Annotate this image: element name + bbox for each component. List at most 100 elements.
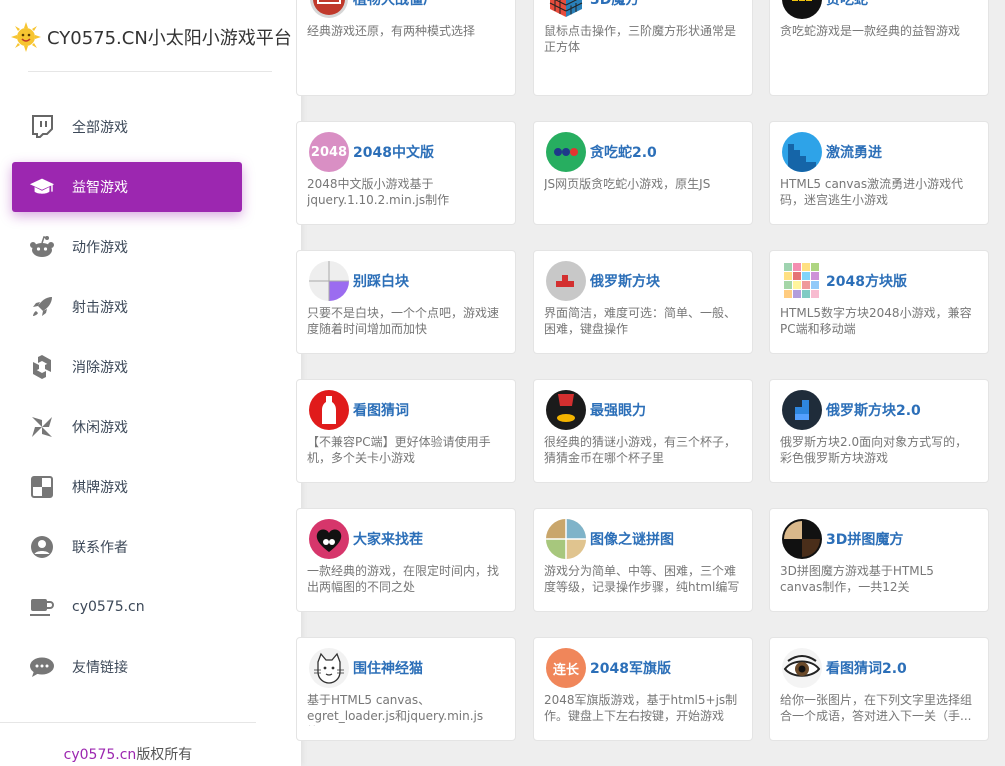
popcap-logo-icon [309,0,349,19]
game-card[interactable]: 连长 2048军旗版 2048军旗版游戏，基于html5+js制作。键盘上下左右… [533,637,753,741]
game-title: 植物大战僵尸 [353,0,437,8]
game-description: 给你一张图片，在下列文字里选择组合一个成语，答对进入下一关（手... [780,693,973,723]
rubiks-cube-icon [546,0,586,19]
game-card[interactable]: 贪吃蛇2.0 JS网页版贪吃蛇小游戏，原生JS [533,121,753,225]
brand[interactable]: CY0575.CN小太阳小游戏平台 [11,20,292,54]
game-title: 贪吃蛇 [826,0,868,8]
2048-icon: 2048 [309,132,349,172]
user-circle-icon [29,534,55,560]
snake-icon [782,0,822,19]
nav-label: 棋牌游戏 [72,480,128,496]
nav-item-board-games[interactable]: 棋牌游戏 [12,462,242,512]
game-description: HTML5 canvas激流勇进小游戏代码，迷宫逃生小游戏 [780,177,964,207]
cat-icon [309,648,349,688]
nav-item-contact-author[interactable]: 联系作者 [12,522,242,572]
game-title: 别踩白块 [353,274,409,290]
game-card[interactable]: 贪吃蛇 贪吃蛇游戏是一款经典的益智游戏 [769,0,989,96]
graduation-cap-icon [29,174,55,200]
game-description: 一款经典的游戏，在限定时间内，找出两幅图的不同之处 [307,564,500,594]
nav-label: cy0575.cn [72,599,145,615]
game-card[interactable]: 大家来找茬 一款经典的游戏，在限定时间内，找出两幅图的不同之处 [296,508,516,612]
game-card[interactable]: 俄罗斯方块 界面简洁，难度可选：简单、一般、困难，键盘操作 [533,250,753,354]
game-card[interactable]: 3D拼图魔方 3D拼图魔方游戏基于HTML5 canvas制作，一共12关 [769,508,989,612]
game-card[interactable]: 看图猜词2.0 给你一张图片，在下列文字里选择组合一个成语，答对进入下一关（手.… [769,637,989,741]
coffee-cup-icon [29,594,55,620]
bottle-icon [309,390,349,430]
game-description: 只要不是白块，一个个点吧，游戏速度随着时间增加而加快 [307,306,500,336]
game-title: 大家来找茬 [353,532,423,548]
tetris-icon [546,261,586,301]
checker-board-icon [29,474,55,500]
nav-label: 动作游戏 [72,240,128,256]
game-description: 鼠标点击操作，三阶魔方形状通常是正方体 [544,24,737,54]
divider [0,722,256,723]
nav-label: 休闲游戏 [72,420,128,436]
game-description: 很经典的猜谜小游戏，有三个杯子，猜猜金币在哪个杯子里 [544,435,737,465]
nav-label: 友情链接 [72,660,128,676]
game-title: 最强眼力 [590,403,646,419]
nav-item-shooting-games[interactable]: 射击游戏 [12,282,242,332]
nav-label: 全部游戏 [72,120,128,136]
nav-item-all-games[interactable]: 全部游戏 [12,102,242,152]
copyright-text: 版权所有 [136,747,193,763]
game-card[interactable]: 别踩白块 只要不是白块，一个个点吧，游戏速度随着时间增加而加快 [296,250,516,354]
game-description: 基于HTML5 canvas、egret_loader.js和jquery.mi… [307,693,484,726]
nav-item-action-games[interactable]: 动作游戏 [12,222,242,272]
game-description: 2048中文版小游戏基于jquery.1.10.2.min.js制作 [307,177,450,207]
sun-logo-icon [11,22,41,52]
game-title: 2048军旗版 [590,661,671,677]
game-description: 【不兼容PC端】更好体验请使用手机，多个关卡小游戏 [307,435,491,465]
game-card[interactable]: 2048方块版 HTML5数字方块2048小游戏，兼容PC端和移动端 [769,250,989,354]
badge-text-icon: 连长 [546,648,586,688]
game-title: 激流勇进 [826,145,882,161]
game-description: 俄罗斯方块2.0面向对象方式写的，彩色俄罗斯方块游戏 [780,435,968,465]
nav-item-friend-links[interactable]: 友情链接 [12,642,242,692]
game-title: 3D魔方 [590,0,640,8]
hexagon-logo-icon [29,354,55,380]
site-title: CY0575.CN小太阳小游戏平台 [47,28,292,49]
nav-item-casual-games[interactable]: 休闲游戏 [12,402,242,452]
game-card[interactable]: 3D魔方 鼠标点击操作，三阶魔方形状通常是正方体 [533,0,753,96]
game-description: 界面简洁，难度可选：简单、一般、困难，键盘操作 [544,306,737,336]
game-description: HTML5数字方块2048小游戏，兼容PC端和移动端 [780,306,972,336]
nav-label: 消除游戏 [72,360,128,376]
game-card[interactable]: 图像之谜拼图 游戏分为简单、中等、困难，三个难度等级，记录操作步骤，纯html编… [533,508,753,612]
chat-bubble-icon [29,654,55,680]
game-title: 2048中文版 [353,145,434,161]
game-title: 3D拼图魔方 [826,532,904,548]
heart-cherry-icon [309,519,349,559]
sidebar: CY0575.CN小太阳小游戏平台 全部游戏 益智游戏 动作游戏 射击游戏 消除… [0,0,301,766]
game-card[interactable]: 俄罗斯方块2.0 俄罗斯方块2.0面向对象方式写的，彩色俄罗斯方块游戏 [769,379,989,483]
nav-item-website[interactable]: cy0575.cn [12,582,242,632]
game-card[interactable]: 植物大战僵尸 经典游戏还原，有两种模式选择 [296,0,516,96]
game-description: JS网页版贪吃蛇小游戏，原生JS [544,177,711,191]
stairs-icon [782,132,822,172]
nav-label: 射击游戏 [72,300,128,316]
nav-item-match-games[interactable]: 消除游戏 [12,342,242,392]
game-title: 2048方块版 [826,274,907,290]
puzzle-photo-icon [546,519,586,559]
reddit-icon [29,234,55,260]
pinwheel-icon [29,414,55,440]
nav-label: 益智游戏 [72,180,128,196]
grid-tiles-icon [782,261,822,301]
game-card[interactable]: 最强眼力 很经典的猜谜小游戏，有三个杯子，猜猜金币在哪个杯子里 [533,379,753,483]
divider [28,71,272,72]
rocket-icon [29,294,55,320]
game-card[interactable]: 激流勇进 HTML5 canvas激流勇进小游戏代码，迷宫逃生小游戏 [769,121,989,225]
game-title: 看图猜词2.0 [826,661,907,677]
game-description: 2048军旗版游戏，基于html5+js制作。键盘上下左右按键，开始游戏 [544,693,738,723]
game-title: 图像之谜拼图 [590,532,674,548]
twitch-icon [29,114,55,140]
nav-item-puzzle-games[interactable]: 益智游戏 [12,162,242,212]
game-card[interactable]: 2048 2048中文版 2048中文版小游戏基于jquery.1.10.2.m… [296,121,516,225]
snake-dots-icon [546,132,586,172]
copyright-site-link[interactable]: cy0575.cn [64,747,137,763]
game-title: 贪吃蛇2.0 [590,145,657,161]
game-card[interactable]: 围住神经猫 基于HTML5 canvas、egret_loader.js和jqu… [296,637,516,741]
copyright: cy0575.cn版权所有 [0,744,256,764]
game-title: 俄罗斯方块 [590,274,660,290]
game-card[interactable]: 看图猜词 【不兼容PC端】更好体验请使用手机，多个关卡小游戏 [296,379,516,483]
game-title: 围住神经猫 [353,661,423,677]
game-description: 游戏分为简单、中等、困难，三个难度等级，记录操作步骤，纯html编写 [544,564,740,594]
